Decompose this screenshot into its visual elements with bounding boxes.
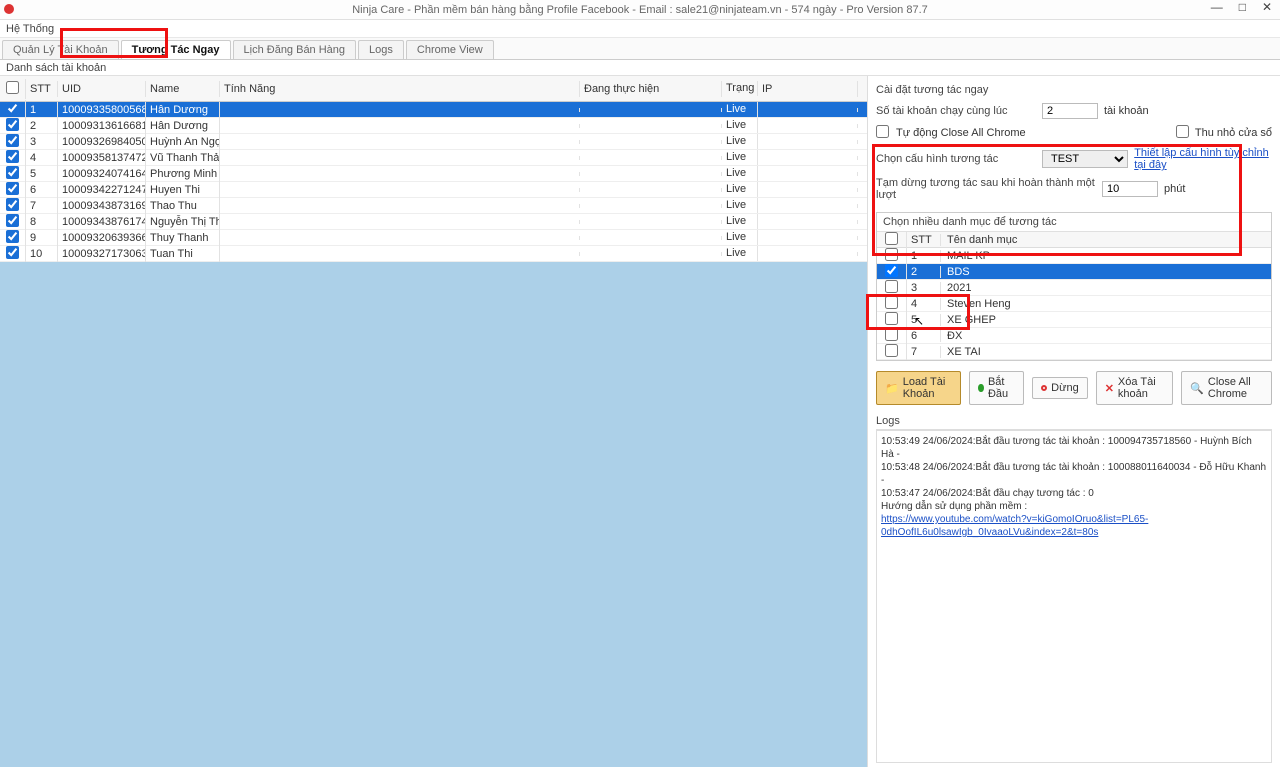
stop-icon: [1041, 385, 1047, 391]
table-row[interactable]: 10100093271730636Tuan ThiLive: [0, 246, 867, 262]
row-checkbox[interactable]: [6, 102, 19, 115]
logs-area: 10:53:49 24/06/2024:Bắt đầu tương tác tà…: [876, 430, 1272, 763]
app-icon: [4, 4, 14, 14]
cat-checkbox[interactable]: [885, 248, 898, 261]
tab-tương-tác-ngay[interactable]: Tương Tác Ngay: [121, 40, 231, 59]
link-config[interactable]: Thiết lập cấu hình tùy chỉnh tại đây: [1134, 147, 1272, 171]
col-uid: UID: [58, 81, 146, 97]
tab-lịch-đăng-bán-hàng[interactable]: Lịch Đăng Bán Hàng: [233, 40, 357, 59]
cursor-icon: ↖: [914, 314, 924, 328]
row-checkbox[interactable]: [6, 134, 19, 147]
minimize-button[interactable]: —: [1207, 0, 1227, 14]
stop-button[interactable]: Dừng: [1032, 377, 1088, 399]
list-item[interactable]: 7XE TAI: [877, 344, 1271, 360]
play-icon: [978, 384, 983, 392]
maximize-button[interactable]: □: [1235, 0, 1250, 14]
cat-checkbox[interactable]: [885, 344, 898, 357]
label-pause: Tạm dừng tương tác sau khi hoàn thành mộ…: [876, 177, 1096, 201]
logs-label: Logs: [876, 415, 1272, 430]
chk-auto-close[interactable]: [876, 125, 889, 138]
suffix-concurrent: tài khoản: [1104, 105, 1149, 117]
start-button[interactable]: Bắt Đầu: [969, 371, 1024, 405]
row-checkbox[interactable]: [6, 166, 19, 179]
menubar: Hệ Thống: [0, 20, 1280, 38]
list-item[interactable]: 2BDS: [877, 264, 1271, 280]
folder-icon: 📁: [885, 382, 899, 395]
label-concurrent: Số tài khoản chạy cùng lúc: [876, 105, 1036, 117]
cat-col-stt: STT: [907, 234, 941, 246]
list-item[interactable]: 32021: [877, 280, 1271, 296]
label-auto-close: Tự động Close All Chrome: [896, 127, 1026, 139]
accounts-header: STT UID Name Tính Năng Đang thực hiện Tr…: [0, 76, 867, 102]
settings-title: Cài đặt tương tác ngay: [876, 84, 1272, 96]
settings-panel: Cài đặt tương tác ngay Số tài khoản chạy…: [868, 76, 1280, 767]
row-checkbox[interactable]: [6, 150, 19, 163]
window-title: Ninja Care - Phần mềm bán hàng bằng Prof…: [352, 4, 928, 16]
col-trangthai: Trạng thái: [722, 81, 758, 96]
table-row[interactable]: 2100093136166818Hân DươngLive: [0, 118, 867, 134]
subheader: Danh sách tài khoản: [0, 60, 1280, 76]
row-checkbox[interactable]: [6, 118, 19, 131]
col-stt: STT: [26, 81, 58, 97]
input-concurrent[interactable]: [1042, 103, 1098, 119]
suffix-pause: phút: [1164, 183, 1185, 195]
table-row[interactable]: 1100093358005681Hân DươngLive: [0, 102, 867, 118]
list-item[interactable]: 1MAIL KP: [877, 248, 1271, 264]
load-accounts-button[interactable]: 📁 Load Tài Khoản: [876, 371, 961, 405]
logs-link[interactable]: https://www.youtube.com/watch?v=kiGomoIO…: [881, 514, 1148, 538]
cat-checkbox[interactable]: [885, 328, 898, 341]
col-name: Name: [146, 81, 220, 97]
row-checkbox[interactable]: [6, 198, 19, 211]
table-row[interactable]: 3100093269840508Huỳnh An NgọcLive: [0, 134, 867, 150]
label-config: Chọn cấu hình tương tác: [876, 153, 1036, 165]
list-item[interactable]: 4Steven Heng: [877, 296, 1271, 312]
cat-checkbox[interactable]: [885, 264, 898, 277]
list-item[interactable]: 6ĐX: [877, 328, 1271, 344]
table-row[interactable]: 5100093240741642Phương MinhLive: [0, 166, 867, 182]
cat-select-all[interactable]: [885, 232, 898, 245]
delete-accounts-button[interactable]: ✕ Xóa Tài khoản: [1096, 371, 1174, 405]
cat-checkbox[interactable]: [885, 280, 898, 293]
categories-title: Chọn nhiều danh mục để tương tác: [877, 213, 1271, 232]
col-ip: IP: [758, 81, 858, 97]
tabs: Quản Lý Tài KhoảnTương Tác NgayLịch Đăng…: [0, 38, 1280, 60]
table-row[interactable]: 7100093438731691Thao ThuLive: [0, 198, 867, 214]
cat-col-name: Tên danh mục: [941, 234, 1271, 246]
tab-logs[interactable]: Logs: [358, 40, 404, 59]
list-item[interactable]: 5XE GHEP: [877, 312, 1271, 328]
table-row[interactable]: 8100093438761743Nguyễn Thị ThảoLive: [0, 214, 867, 230]
select-config[interactable]: TEST: [1042, 150, 1128, 168]
menu-system[interactable]: Hệ Thống: [6, 23, 54, 35]
tab-quản-lý-tài-khoản[interactable]: Quản Lý Tài Khoản: [2, 40, 119, 59]
label-minimize: Thu nhỏ cửa sổ: [1195, 127, 1272, 139]
row-checkbox[interactable]: [6, 230, 19, 243]
accounts-panel: STT UID Name Tính Năng Đang thực hiện Tr…: [0, 76, 868, 767]
cat-checkbox[interactable]: [885, 312, 898, 325]
col-dangthuchien: Đang thực hiện: [580, 81, 722, 97]
close-button[interactable]: ✕: [1258, 0, 1276, 14]
select-all-checkbox[interactable]: [6, 81, 19, 94]
chk-minimize[interactable]: [1176, 125, 1189, 138]
input-pause[interactable]: [1102, 181, 1158, 197]
magnifier-icon: 🔍: [1190, 382, 1204, 395]
x-icon: ✕: [1105, 382, 1114, 395]
titlebar: Ninja Care - Phần mềm bán hàng bằng Prof…: [0, 0, 1280, 20]
table-row[interactable]: 9100093206393668Thuy ThanhLive: [0, 230, 867, 246]
row-checkbox[interactable]: [6, 182, 19, 195]
cat-checkbox[interactable]: [885, 296, 898, 309]
row-checkbox[interactable]: [6, 246, 19, 259]
close-all-chrome-button[interactable]: 🔍 Close All Chrome: [1181, 371, 1272, 405]
col-tinhnang: Tính Năng: [220, 81, 580, 97]
table-row[interactable]: 4100093581374729Vũ Thanh ThảoLive: [0, 150, 867, 166]
row-checkbox[interactable]: [6, 214, 19, 227]
tab-chrome-view[interactable]: Chrome View: [406, 40, 494, 59]
table-row[interactable]: 6100093422712470Huyen ThiLive: [0, 182, 867, 198]
categories-box: Chọn nhiều danh mục để tương tác STT Tên…: [876, 212, 1272, 361]
